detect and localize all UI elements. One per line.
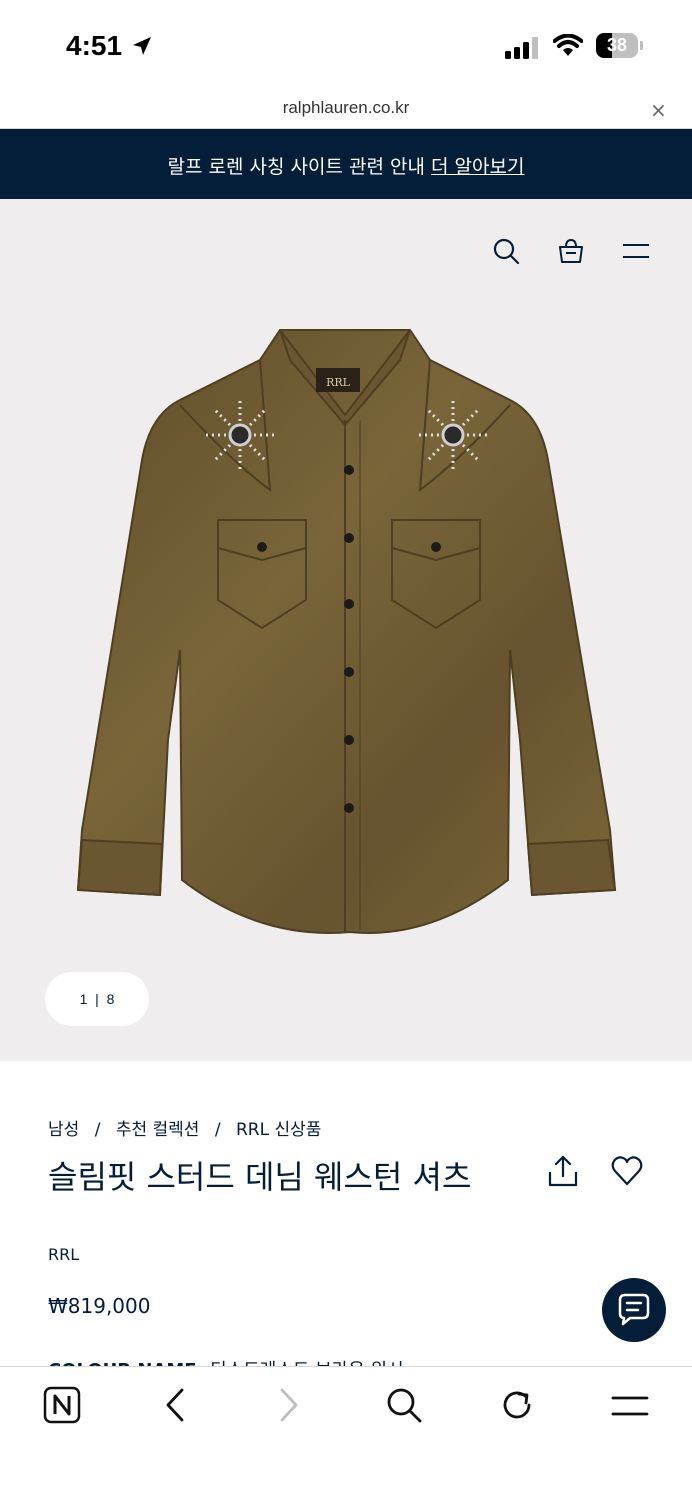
product-price: ₩819,000 <box>48 1294 151 1318</box>
product-brand: RRL <box>48 1245 80 1264</box>
search-icon[interactable] <box>492 237 520 265</box>
breadcrumb-item-rrl-new[interactable]: RRL 신상품 <box>236 1120 321 1140</box>
menu-icon[interactable] <box>611 1393 649 1419</box>
shopping-bag-icon[interactable] <box>557 237 585 265</box>
battery-level: 38 <box>606 35 628 55</box>
product-title: 슬림핏 스터드 데님 웨스턴 셔츠 <box>48 1158 472 1196</box>
location-arrow-icon <box>133 37 151 55</box>
image-pager: 1 | 8 <box>45 972 149 1026</box>
address-bar[interactable]: ralphlauren.co.kr × <box>0 92 692 129</box>
naver-home-icon[interactable] <box>43 1386 81 1424</box>
breadcrumb-separator: / <box>94 1120 101 1140</box>
back-icon[interactable] <box>160 1386 190 1424</box>
pager-current: 1 <box>79 991 88 1007</box>
cellular-signal-icon <box>505 37 538 59</box>
breadcrumb-separator: / <box>214 1120 221 1140</box>
clock: 4:51 <box>66 30 123 61</box>
heart-icon[interactable] <box>610 1154 644 1188</box>
battery-icon: 38 <box>596 33 638 58</box>
status-bar: 4:51 38 <box>0 0 692 92</box>
chat-icon <box>618 1293 650 1326</box>
reload-icon[interactable] <box>498 1386 536 1424</box>
svg-text:RRL: RRL <box>326 376 351 389</box>
close-icon[interactable]: × <box>650 98 667 122</box>
url-text[interactable]: ralphlauren.co.kr <box>0 98 692 118</box>
chat-button[interactable] <box>602 1278 666 1342</box>
browser-toolbar <box>0 1366 692 1501</box>
share-icon[interactable] <box>546 1154 580 1188</box>
product-image: RRL <box>76 329 617 934</box>
breadcrumb-item-men[interactable]: 남성 <box>48 1120 79 1140</box>
pager-separator: | <box>95 991 99 1007</box>
forward-icon[interactable] <box>274 1386 304 1424</box>
wifi-icon <box>553 34 583 56</box>
banner-message: 랄프 로렌 사칭 사이트 관련 안내 <box>167 156 425 178</box>
breadcrumb-item-featured[interactable]: 추천 컬렉션 <box>116 1120 200 1140</box>
pager-total: 8 <box>106 991 115 1007</box>
notice-banner: 랄프 로렌 사칭 사이트 관련 안내 더 알아보기 <box>0 129 692 199</box>
search-icon[interactable] <box>385 1386 423 1424</box>
breadcrumb: 남성 / 추천 컬렉션 / RRL 신상품 <box>48 1115 331 1140</box>
menu-icon[interactable] <box>622 240 650 262</box>
banner-learn-more-link[interactable]: 더 알아보기 <box>431 156 524 178</box>
